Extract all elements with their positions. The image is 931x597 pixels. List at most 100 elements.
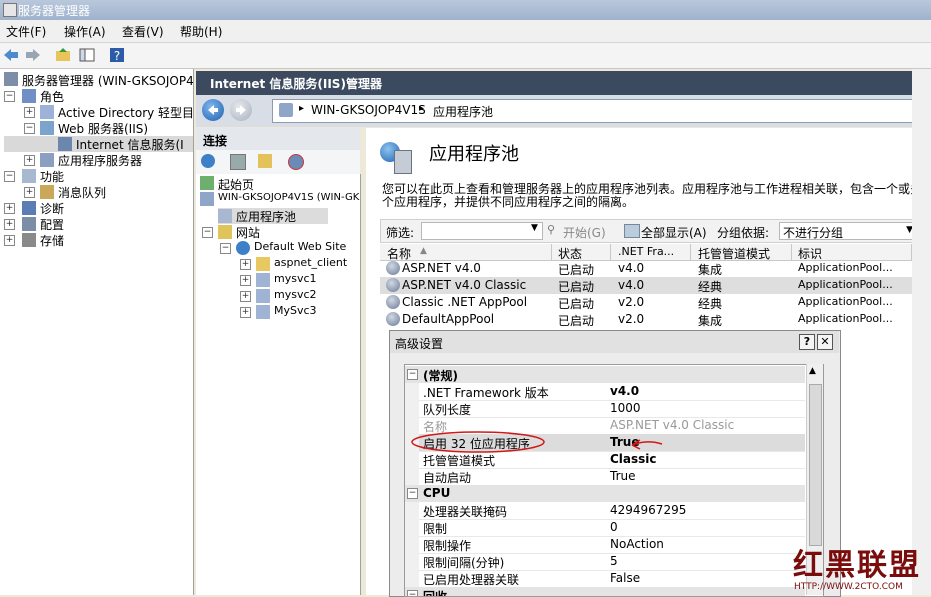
collapse-icon[interactable]: −: [4, 171, 15, 182]
start-button[interactable]: 开始(G): [563, 224, 606, 241]
watermark-url: HTTP://WWW.2CTO.COM: [794, 582, 903, 592]
conn-app-pools[interactable]: 应用程序池: [218, 208, 328, 224]
menu-help[interactable]: 帮助(H): [180, 23, 222, 40]
property-value[interactable]: NoAction: [610, 537, 664, 551]
address-bar[interactable]: ▸ WIN-GKSOJOP4V1S ▸ 应用程序池: [272, 99, 914, 123]
conn-default-web-site[interactable]: − Default Web Site: [220, 240, 360, 256]
scroll-up-icon[interactable]: ▲: [809, 366, 816, 376]
property-row[interactable]: 队列长度 1000: [405, 400, 805, 418]
table-row[interactable]: Classic .NET AppPool 已启动 v2.0 经典 Applica…: [380, 294, 931, 311]
tree-item-web-server[interactable]: − Web 服务器(IIS): [4, 120, 193, 136]
property-name: 限制操作: [423, 539, 472, 553]
property-row[interactable]: 已启用处理器关联 False: [405, 570, 805, 588]
tree-item-configuration[interactable]: + 配置: [4, 216, 193, 232]
collapse-icon[interactable]: −: [407, 369, 418, 380]
property-row[interactable]: 处理器关联掩码 4294967295: [405, 502, 805, 520]
window-scrollbar[interactable]: [912, 69, 931, 595]
table-row[interactable]: ASP.NET v4.0 已启动 v4.0 集成 ApplicationPool…: [380, 260, 931, 277]
property-value[interactable]: 1000: [610, 401, 641, 415]
menu-action[interactable]: 操作(A): [64, 23, 106, 40]
property-row[interactable]: 限制操作 NoAction: [405, 536, 805, 554]
expand-icon[interactable]: +: [240, 259, 251, 270]
tree-item-app-server[interactable]: + 应用程序服务器: [4, 152, 193, 168]
menu-file[interactable]: 文件(F): [6, 23, 46, 40]
table-row[interactable]: DefaultAppPool 已启动 v2.0 集成 ApplicationPo…: [380, 311, 931, 328]
collapse-icon[interactable]: −: [202, 227, 213, 238]
conn-sites[interactable]: − 网站: [202, 224, 352, 240]
tree-item-features[interactable]: − 功能: [4, 168, 193, 184]
expand-icon[interactable]: +: [24, 107, 35, 118]
expand-icon[interactable]: +: [4, 235, 15, 246]
conn-mysvc3[interactable]: + MySvc3: [240, 304, 360, 320]
back-arrow-icon[interactable]: [2, 46, 20, 64]
tree-item-label: 配置: [40, 218, 65, 232]
watermark-logo: 红黑联盟: [793, 548, 921, 583]
tree-item-storage[interactable]: + 存储: [4, 232, 193, 248]
cell-name: ASP.NET v4.0 Classic: [402, 278, 527, 292]
help-button[interactable]: ?: [799, 334, 815, 350]
conn-mysvc2[interactable]: + mysvc2: [240, 288, 360, 304]
conn-mysvc1[interactable]: + mysvc1: [240, 272, 360, 288]
table-row-selected[interactable]: ASP.NET v4.0 Classic 已启动 v4.0 经典 Applica…: [380, 277, 931, 294]
tree-item-active-directory[interactable]: + Active Directory 轻型目: [4, 104, 193, 120]
group-by-select[interactable]: 不进行分组 ▼: [779, 222, 916, 240]
property-value[interactable]: v4.0: [610, 384, 639, 398]
app-pool-icon: [386, 312, 400, 326]
property-value[interactable]: False: [610, 571, 640, 585]
property-row[interactable]: 限制 0: [405, 519, 805, 537]
iis-icon: [58, 137, 72, 151]
collapse-icon[interactable]: −: [407, 590, 418, 596]
console-tree-icon[interactable]: [78, 46, 96, 64]
nav-back-button[interactable]: [202, 99, 224, 121]
col-net-framework[interactable]: .NET Fra...: [618, 245, 674, 258]
page-description: 您可以在此页上查看和管理服务器上的应用程序池列表。应用程序池与工作进程相关联，包…: [382, 182, 923, 209]
conn-aspnet-client[interactable]: + aspnet_client: [240, 256, 360, 272]
expand-icon[interactable]: +: [240, 307, 251, 318]
menu-view[interactable]: 查看(V): [122, 23, 164, 40]
expand-icon[interactable]: +: [4, 219, 15, 230]
tree-item-roles[interactable]: − 角色: [4, 88, 193, 104]
breadcrumb-app-pools[interactable]: 应用程序池: [433, 103, 493, 120]
save-icon[interactable]: [230, 154, 246, 170]
category-general[interactable]: − (常规): [405, 366, 805, 383]
property-value[interactable]: 5: [610, 554, 618, 568]
disconnect-icon[interactable]: [288, 154, 304, 170]
property-value[interactable]: 4294967295: [610, 503, 686, 517]
up-folder-icon[interactable]: [258, 154, 272, 168]
show-all-button[interactable]: 全部显示(A): [641, 224, 707, 241]
property-row[interactable]: 自动启动 True: [405, 468, 805, 486]
collapse-icon[interactable]: −: [220, 243, 231, 254]
property-row[interactable]: 限制间隔(分钟) 5: [405, 553, 805, 571]
tree-item-diagnostics[interactable]: + 诊断: [4, 200, 193, 216]
expand-icon[interactable]: +: [4, 203, 15, 214]
expand-icon[interactable]: +: [24, 187, 35, 198]
cell-net: v4.0: [618, 261, 645, 275]
help-icon[interactable]: ?: [108, 46, 126, 64]
breadcrumb-server[interactable]: WIN-GKSOJOP4V1S: [311, 103, 426, 117]
app-pool-icon: [386, 261, 400, 275]
filter-dropdown-icon[interactable]: ▼: [531, 223, 538, 233]
property-value[interactable]: True: [610, 469, 636, 483]
tree-item-iis[interactable]: Internet 信息服务(I: [4, 136, 193, 152]
category-cpu[interactable]: − CPU: [405, 485, 805, 502]
expand-icon[interactable]: +: [240, 275, 251, 286]
category-recycling[interactable]: − 回收: [405, 587, 805, 596]
property-value[interactable]: 0: [610, 520, 618, 534]
expand-icon[interactable]: +: [24, 155, 35, 166]
scroll-thumb[interactable]: [809, 384, 822, 546]
up-folder-icon[interactable]: [54, 46, 72, 64]
expand-icon[interactable]: +: [240, 291, 251, 302]
connect-globe-icon[interactable]: [201, 154, 215, 168]
tree-item-label: MySvc3: [274, 304, 317, 317]
forward-arrow-icon[interactable]: [24, 46, 42, 64]
collapse-icon[interactable]: −: [4, 91, 15, 102]
tree-item-message-queue[interactable]: + 消息队列: [4, 184, 193, 200]
cell-mode: 经典: [698, 297, 723, 311]
collapse-icon[interactable]: −: [24, 123, 35, 134]
close-button[interactable]: ✕: [817, 334, 833, 350]
collapse-icon[interactable]: −: [407, 488, 418, 499]
filter-input[interactable]: [421, 222, 543, 240]
nav-forward-button[interactable]: [230, 99, 252, 121]
property-row[interactable]: .NET Framework 版本 v4.0: [405, 383, 805, 401]
server-icon: [4, 72, 18, 86]
